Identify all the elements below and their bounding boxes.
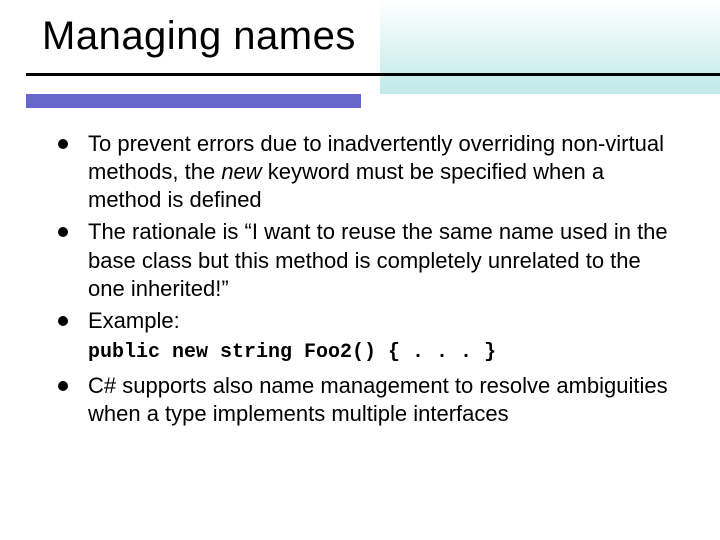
list-item: Example: [58, 307, 682, 335]
code-example: public new string Foo2() { . . . } [88, 341, 682, 364]
bullet-text: C# supports also name management to reso… [88, 373, 668, 426]
title-block: Managing names [0, 14, 720, 76]
slide-title: Managing names [0, 14, 720, 59]
bullet-list: To prevent errors due to inadvertently o… [58, 130, 682, 335]
bullet-emphasis: new [221, 159, 261, 184]
list-item: The rationale is “I want to reuse the sa… [58, 218, 682, 302]
bullet-text: Example: [88, 308, 180, 333]
accent-bar [26, 94, 361, 108]
content-area: To prevent errors due to inadvertently o… [58, 130, 682, 432]
list-item: C# supports also name management to reso… [58, 372, 682, 428]
list-item: To prevent errors due to inadvertently o… [58, 130, 682, 214]
bullet-list: C# supports also name management to reso… [58, 372, 682, 428]
bullet-text: The rationale is “I want to reuse the sa… [88, 219, 668, 300]
title-underline [26, 73, 720, 76]
